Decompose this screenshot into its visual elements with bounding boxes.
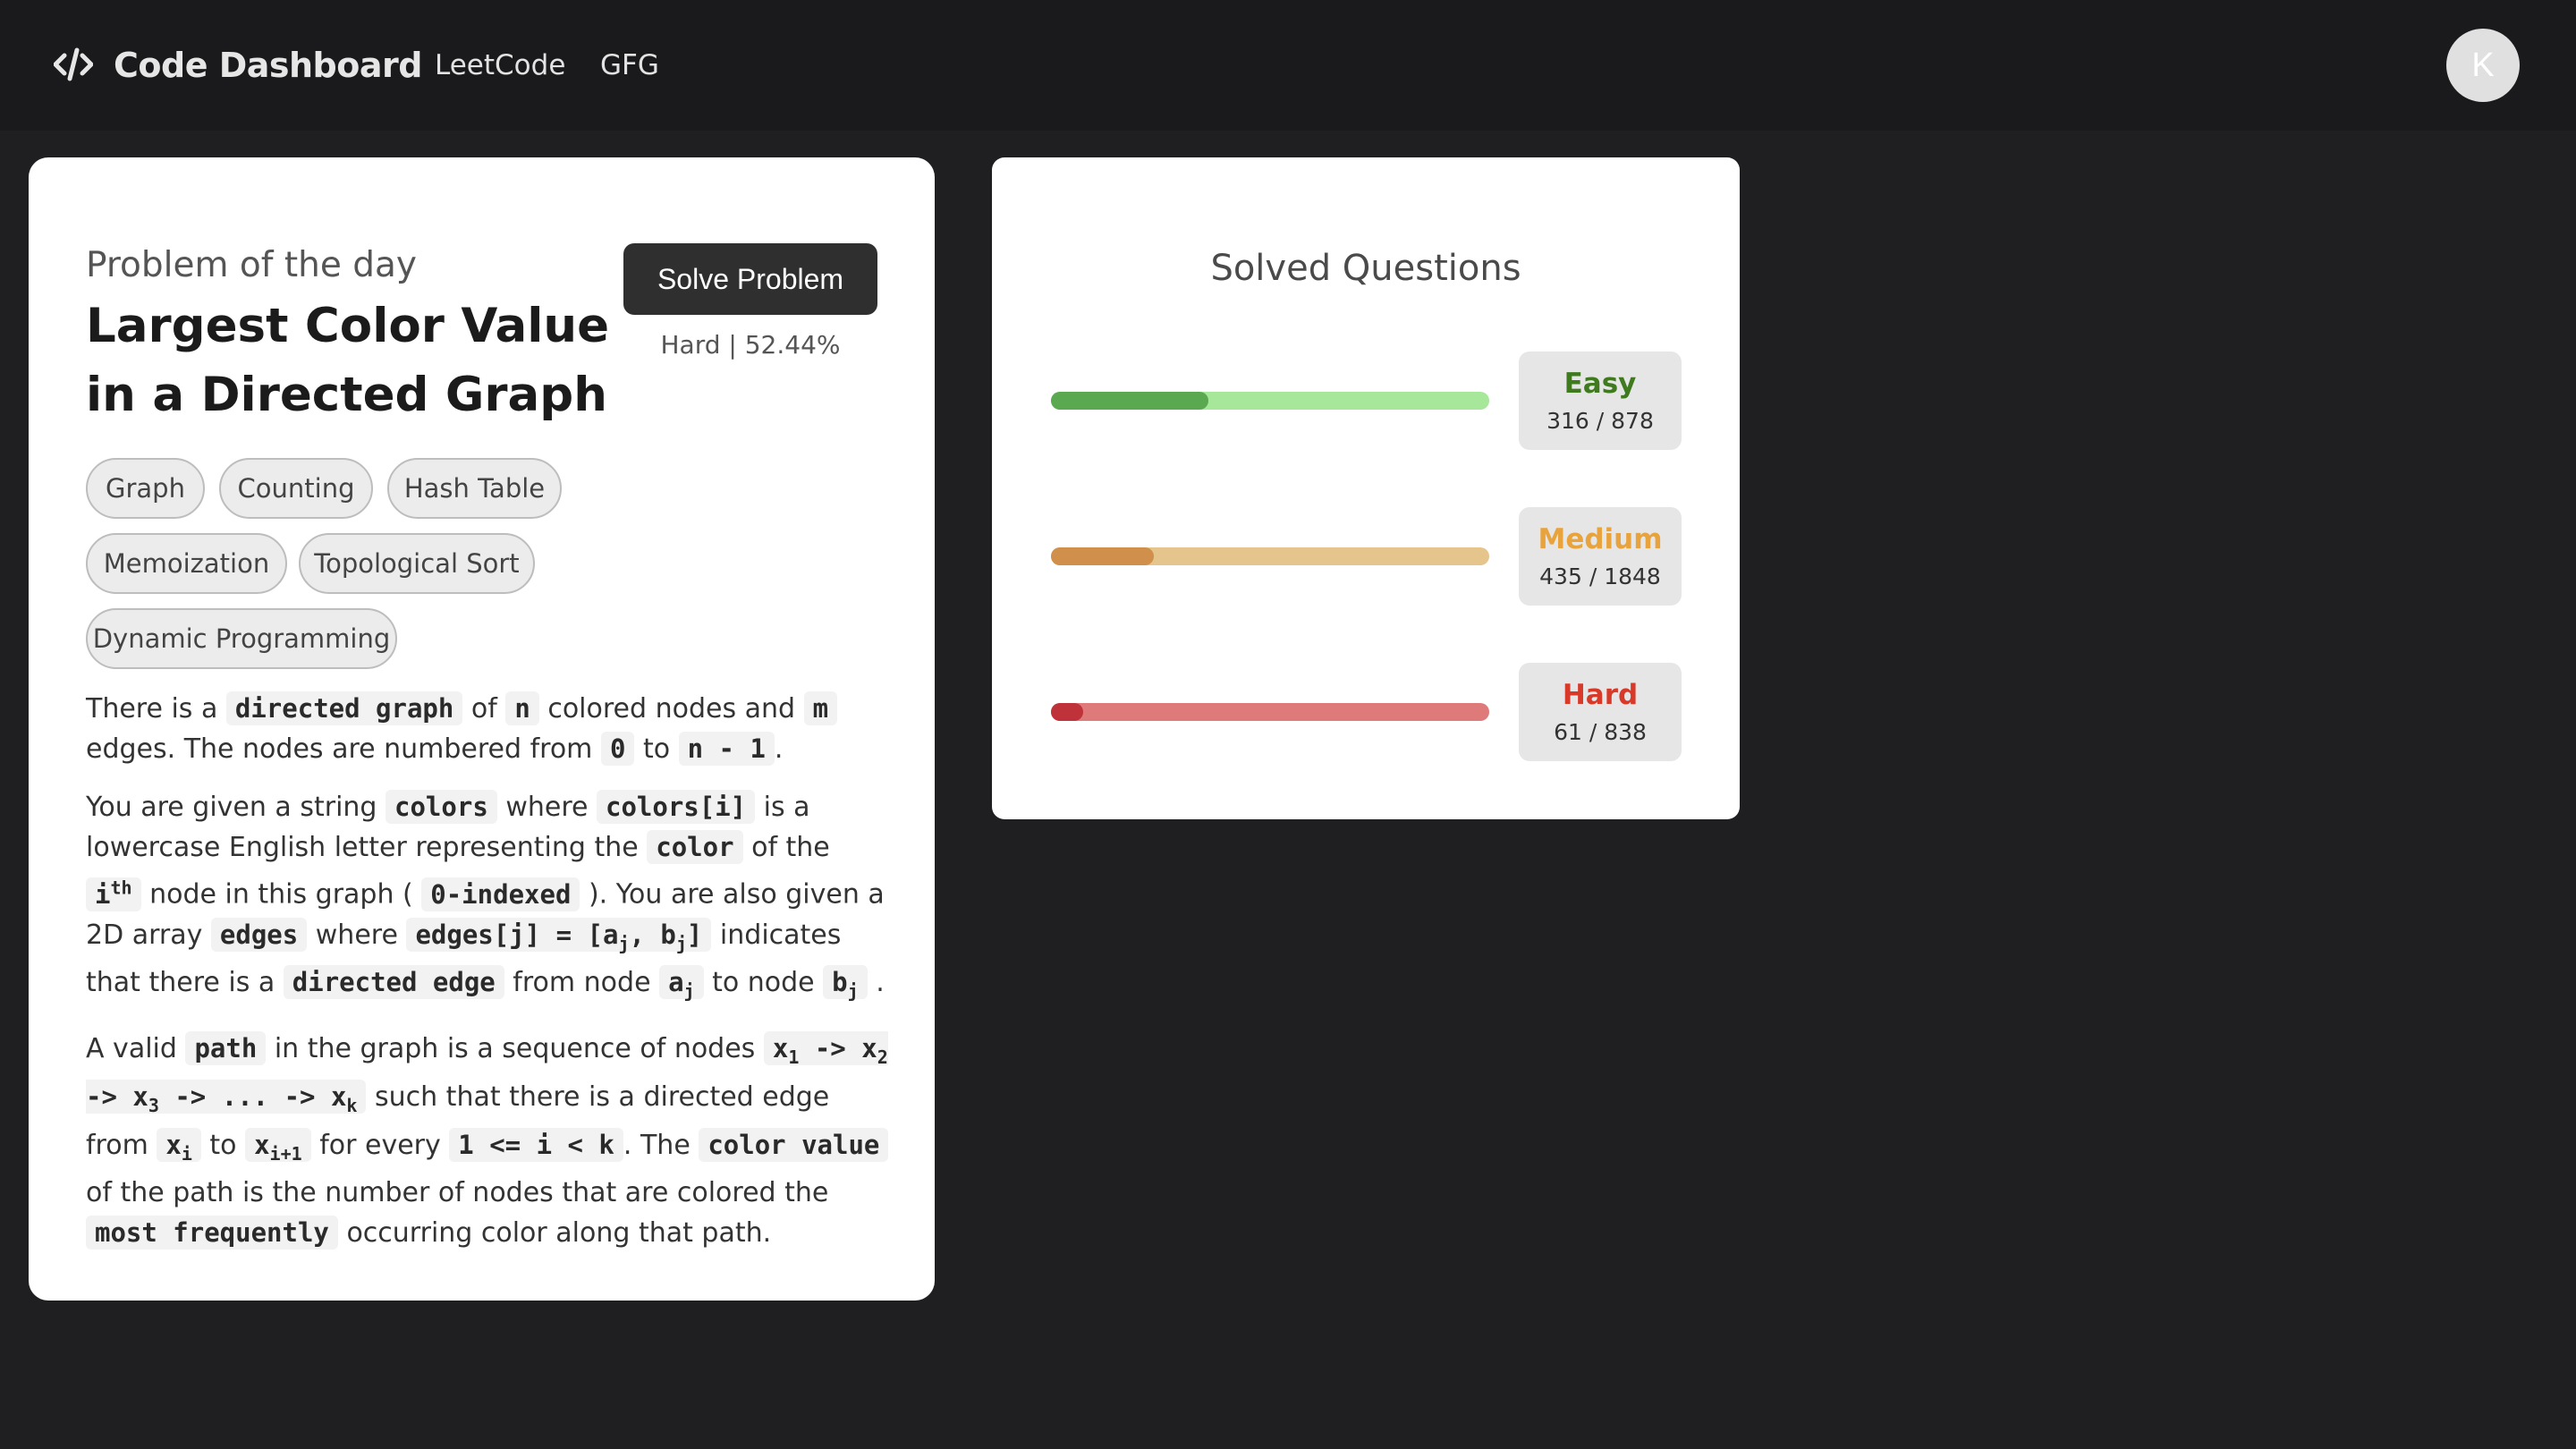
solved-questions-card: Solved Questions Easy 316 / 878 Medium 4… — [992, 157, 1740, 819]
brand-title[interactable]: Code Dashboard — [114, 43, 422, 88]
problem-of-the-day-label: Problem of the day — [86, 245, 417, 285]
tag-counting[interactable]: Counting — [219, 458, 373, 519]
solved-questions-title: Solved Questions — [1210, 248, 1521, 289]
medium-progress-fill — [1051, 547, 1155, 565]
hard-label: Hard — [1562, 679, 1639, 711]
easy-count: 316 / 878 — [1546, 408, 1654, 434]
description-paragraph: A valid path in the graph is a sequence … — [86, 1031, 889, 1250]
code-brackets-icon — [54, 47, 93, 81]
easy-stat-box: Easy 316 / 878 — [1519, 352, 1682, 450]
user-avatar[interactable]: K — [2446, 29, 2520, 102]
problem-of-the-day-card: Problem of the day Largest Color Value i… — [29, 157, 935, 1301]
hard-progress-fill — [1051, 703, 1083, 721]
medium-progress-bar — [1051, 547, 1489, 565]
medium-stat-box: Medium 435 / 1848 — [1519, 507, 1682, 606]
easy-progress-bar — [1051, 392, 1489, 410]
tag-dynamic-programming[interactable]: Dynamic Programming — [86, 608, 397, 669]
tag-graph[interactable]: Graph — [86, 458, 205, 519]
problem-title: Largest Color Value in a Directed Graph — [86, 299, 610, 422]
difficulty-acceptance: Hard | 52.44% — [660, 330, 841, 360]
medium-label: Medium — [1538, 523, 1663, 555]
solve-problem-button[interactable]: Solve Problem — [623, 243, 877, 315]
easy-progress-fill — [1051, 392, 1209, 410]
description-paragraph: You are given a string colors where colo… — [86, 790, 885, 1003]
hard-progress-bar — [1051, 703, 1489, 721]
tag-topological-sort[interactable]: Topological Sort — [299, 533, 535, 594]
hard-count: 61 / 838 — [1554, 719, 1647, 745]
problem-description: There is a directed graph of n colored n… — [86, 689, 891, 1271]
description-paragraph: There is a directed graph of n colored n… — [86, 689, 891, 769]
hard-stat-box: Hard 61 / 838 — [1519, 663, 1682, 761]
top-navbar: Code Dashboard LeetCode GFG K — [0, 0, 2576, 131]
easy-label: Easy — [1563, 368, 1637, 400]
nav-link-leetcode[interactable]: LeetCode — [435, 47, 565, 84]
tag-memoization[interactable]: Memoization — [86, 533, 287, 594]
nav-link-gfg[interactable]: GFG — [600, 47, 659, 84]
medium-count: 435 / 1848 — [1539, 564, 1661, 589]
tag-hash-table[interactable]: Hash Table — [387, 458, 562, 519]
